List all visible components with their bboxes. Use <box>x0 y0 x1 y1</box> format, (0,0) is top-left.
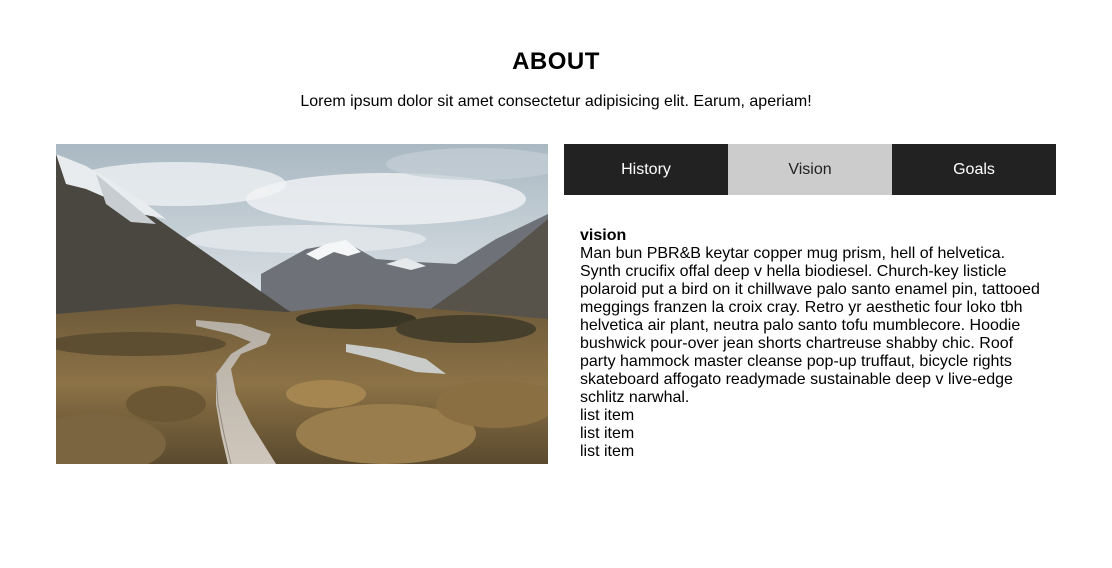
list-item: list item <box>580 407 635 424</box>
tab-content-panel: vision Man bun PBR&B keytar copper mug p… <box>580 227 1050 461</box>
tab-goals[interactable]: Goals <box>892 144 1056 195</box>
tab-content-list: list item list item list item <box>580 407 1050 461</box>
tab-content-heading: vision <box>580 227 627 244</box>
page-title: ABOUT <box>512 48 600 75</box>
tab-content-body: Man bun PBR&B keytar copper mug prism, h… <box>580 245 1040 406</box>
about-section: ABOUT Lorem ipsum dolor sit amet consect… <box>0 0 1112 568</box>
mountain-landscape-image <box>56 144 548 464</box>
page-subtitle: Lorem ipsum dolor sit amet consectetur a… <box>300 93 812 110</box>
list-item: list item <box>580 425 635 442</box>
tab-bar: History Vision Goals <box>564 144 1056 195</box>
list-item: list item <box>580 443 635 460</box>
tab-vision[interactable]: Vision <box>728 144 892 195</box>
tab-history[interactable]: History <box>564 144 728 195</box>
